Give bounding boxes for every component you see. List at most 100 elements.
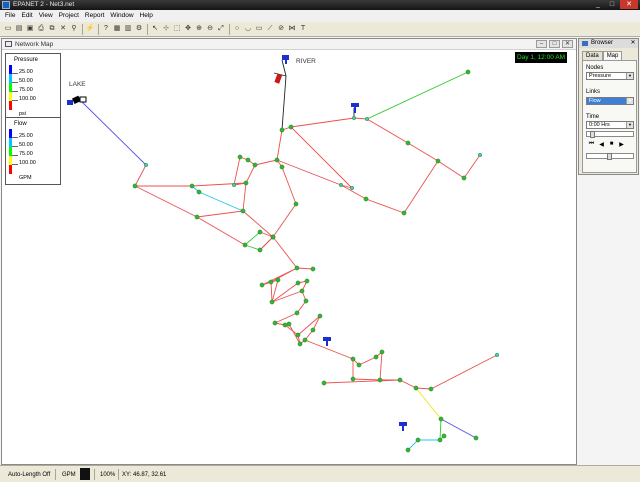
junction-node[interactable]	[397, 377, 403, 383]
pipe-link[interactable]	[196, 216, 246, 246]
junction-node[interactable]	[461, 175, 467, 181]
pipe-link[interactable]	[272, 203, 297, 238]
junction-node[interactable]	[363, 196, 369, 202]
junction-node[interactable]	[465, 69, 471, 75]
pipe-link[interactable]	[134, 185, 198, 218]
pipe-link[interactable]	[403, 160, 439, 214]
tab-map[interactable]: Map	[602, 51, 623, 60]
pipe-link[interactable]	[270, 281, 273, 303]
pipe-link[interactable]	[79, 99, 147, 166]
pipe-link[interactable]	[407, 142, 439, 162]
junction-node[interactable]	[401, 210, 407, 216]
junction-node[interactable]	[132, 183, 138, 189]
junction-node[interactable]	[242, 242, 248, 248]
pipe-link[interactable]	[271, 282, 299, 303]
junction-node[interactable]	[405, 140, 411, 146]
junction-node[interactable]	[350, 356, 356, 362]
junction-node[interactable]	[356, 362, 362, 368]
junction-node[interactable]	[473, 435, 479, 441]
tab-data[interactable]: Data	[582, 51, 603, 60]
pipe-link[interactable]	[379, 351, 383, 381]
junction-node[interactable]	[293, 201, 299, 207]
junction-node[interactable]	[310, 327, 316, 333]
pipe-link[interactable]	[254, 159, 278, 166]
forward-icon[interactable]: ▶	[618, 141, 625, 148]
animation-speed-slider[interactable]	[586, 153, 634, 160]
tank-icon-south[interactable]	[399, 422, 407, 431]
pipe-link[interactable]	[281, 75, 287, 131]
junction-node[interactable]	[377, 377, 383, 383]
junction-node[interactable]	[441, 433, 447, 439]
junction-node[interactable]	[365, 116, 370, 121]
back-icon[interactable]: ◀	[598, 141, 605, 148]
time-select[interactable]: 0:00 Hrs ▼	[586, 121, 634, 129]
pipe-link[interactable]	[245, 164, 256, 184]
junction-node[interactable]	[310, 266, 316, 272]
pipe-link[interactable]	[242, 182, 247, 212]
pipe-link[interactable]	[352, 378, 381, 381]
tank-icon-north[interactable]	[351, 103, 359, 113]
junction-node[interactable]	[435, 158, 441, 164]
junction-node[interactable]	[373, 354, 379, 360]
junction-node[interactable]	[257, 247, 263, 253]
browser-close-button[interactable]: ✕	[629, 39, 637, 48]
pipe-link[interactable]	[271, 290, 303, 303]
pipe-link[interactable]	[366, 118, 409, 144]
pipe-link[interactable]	[440, 418, 477, 439]
pipe-link[interactable]	[415, 387, 442, 420]
junction-node[interactable]	[189, 183, 195, 189]
pipe-link[interactable]	[296, 267, 314, 270]
pipe-link[interactable]	[463, 154, 481, 179]
junction-node[interactable]	[245, 157, 251, 163]
pipe-link[interactable]	[274, 312, 298, 324]
nodes-parameter-select[interactable]: Pressure ▼	[586, 72, 634, 80]
junction-node[interactable]	[321, 380, 327, 386]
junction-node[interactable]	[438, 416, 444, 422]
junction-node[interactable]	[317, 313, 323, 319]
pipe-link[interactable]	[244, 244, 261, 251]
rewind-icon[interactable]: ⏮	[588, 141, 595, 148]
junction-node[interactable]	[495, 353, 500, 358]
pipe-link[interactable]	[284, 324, 299, 336]
junction-node[interactable]	[282, 322, 288, 328]
pipe-link[interactable]	[290, 126, 353, 189]
pipe-link[interactable]	[399, 379, 417, 389]
pipe-link[interactable]	[270, 267, 298, 283]
pipe-link[interactable]	[233, 156, 241, 186]
junction-node[interactable]	[303, 298, 309, 304]
junction-node[interactable]	[269, 299, 275, 305]
junction-node[interactable]	[270, 234, 276, 240]
pipe-link[interactable]	[244, 231, 261, 246]
junction-node[interactable]	[288, 124, 294, 130]
pipe-link[interactable]	[297, 315, 321, 336]
pressure-legend[interactable]: Pressure 25.00 50.00 75.00 100.00 psi	[5, 53, 61, 121]
junction-node[interactable]	[350, 185, 355, 190]
pipe-link[interactable]	[366, 71, 469, 120]
junction-node[interactable]	[240, 208, 246, 214]
junction-node[interactable]	[302, 337, 308, 343]
network-map-canvas[interactable]: LAKE RIVER	[0, 0, 640, 482]
pipe-link[interactable]	[312, 315, 321, 331]
pipe-link[interactable]	[437, 160, 465, 179]
links-parameter-select[interactable]: Flow ▼	[586, 97, 634, 105]
junction-node[interactable]	[295, 332, 301, 338]
pipe-link[interactable]	[365, 198, 405, 214]
pipe-link[interactable]	[430, 354, 498, 390]
junction-node[interactable]	[415, 437, 421, 443]
junction-node[interactable]	[279, 127, 285, 133]
flow-legend[interactable]: Flow 25.00 50.00 75.00 100.00 GPM	[5, 117, 61, 185]
pipe-link[interactable]	[196, 210, 244, 218]
pipe-link[interactable]	[290, 117, 355, 128]
river-reservoir-icon[interactable]	[274, 55, 289, 84]
junction-node[interactable]	[268, 279, 274, 285]
junction-node[interactable]	[194, 214, 200, 220]
junction-node[interactable]	[428, 386, 434, 392]
junction-node[interactable]	[252, 162, 258, 168]
pipe-link[interactable]	[358, 356, 377, 366]
junction-node[interactable]	[257, 229, 263, 235]
junction-node[interactable]	[339, 182, 344, 187]
pipe-link[interactable]	[276, 159, 342, 186]
pipe-link[interactable]	[323, 379, 401, 384]
pipe-link[interactable]	[276, 129, 283, 161]
junction-node[interactable]	[478, 152, 483, 157]
